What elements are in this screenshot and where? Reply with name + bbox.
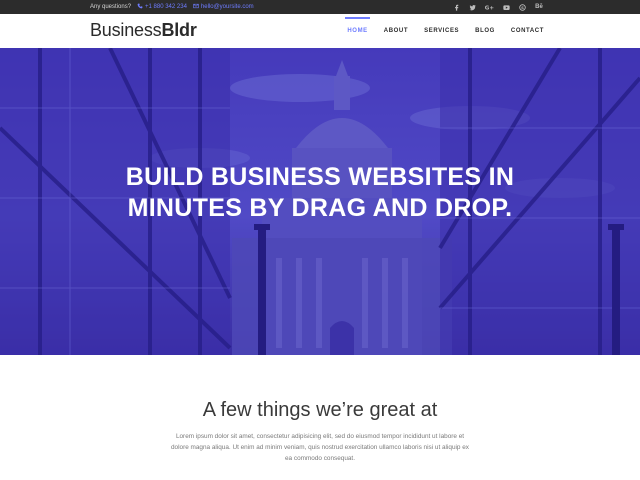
social-links: G+ S Bē	[452, 3, 544, 11]
features-intro-section: A few things we’re great at Lorem ipsum …	[0, 355, 640, 480]
nav-blog[interactable]: BLOG	[475, 28, 495, 34]
hero-title: BUILD BUSINESS WEBSITES IN MINUTES BY DR…	[125, 163, 515, 222]
skype-icon[interactable]: S	[518, 3, 526, 11]
behance-icon[interactable]: Bē	[534, 3, 544, 11]
google-plus-icon[interactable]: G+	[484, 3, 494, 11]
nav-about[interactable]: ABOUT	[384, 28, 408, 34]
email-link[interactable]: hello@yoursite.com	[193, 3, 254, 11]
nav-contact[interactable]: CONTACT	[511, 28, 544, 34]
svg-text:S: S	[521, 5, 524, 10]
phone-link[interactable]: +1 880 342 234	[137, 3, 187, 11]
main-navigation: HOME ABOUT SERVICES BLOG CONTACT	[345, 14, 544, 48]
phone-number: +1 880 342 234	[145, 4, 187, 10]
site-header: BusinessBldr HOME ABOUT SERVICES BLOG CO…	[0, 14, 640, 48]
site-logo[interactable]: BusinessBldr	[90, 20, 197, 41]
logo-regular-text: Business	[90, 20, 162, 40]
twitter-icon[interactable]	[468, 3, 476, 11]
section-heading: A few things we’re great at	[202, 399, 438, 421]
envelope-icon	[193, 3, 199, 11]
email-address: hello@yoursite.com	[200, 4, 254, 10]
top-utility-bar: Any questions? +1 880 342 234 hello@your…	[0, 0, 640, 14]
svg-text:G+: G+	[485, 5, 494, 10]
youtube-icon[interactable]	[502, 3, 510, 11]
phone-icon	[137, 3, 143, 11]
section-description: Lorem ipsum dolor sit amet, consectetur …	[170, 433, 470, 462]
nav-home[interactable]: HOME	[345, 17, 371, 34]
hero-section: BUILD BUSINESS WEBSITES IN MINUTES BY DR…	[0, 48, 640, 355]
logo-bold-text: Bldr	[161, 20, 197, 40]
questions-label: Any questions?	[90, 4, 132, 10]
contact-info: Any questions? +1 880 342 234 hello@your…	[90, 3, 254, 11]
nav-services[interactable]: SERVICES	[424, 28, 459, 34]
facebook-icon[interactable]	[452, 3, 460, 11]
